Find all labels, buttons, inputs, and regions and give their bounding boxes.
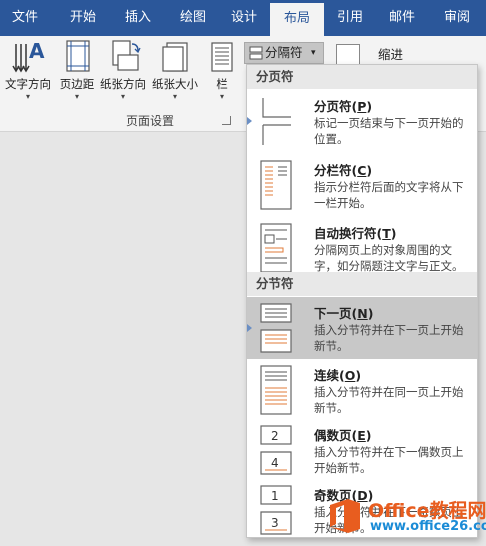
margins-icon (66, 40, 90, 72)
watermark: Office教程网 www.office26.com (326, 495, 486, 539)
tab-mailings[interactable]: 邮件 (377, 0, 427, 36)
odd-page-section-icon: 1 3 (260, 485, 292, 535)
ribbon-tab-bar: 文件 开始 插入 绘图 设计 布局 引用 邮件 审阅 (0, 0, 486, 36)
next-page-section-icon (260, 303, 292, 353)
column-break-title: 分栏符(C) (314, 163, 373, 178)
page-break-title: 分页符(P) (314, 99, 373, 114)
chevron-down-icon: ▾ (25, 92, 30, 101)
columns-label: 栏 (216, 77, 228, 91)
tab-insert[interactable]: 插入 (113, 0, 163, 36)
continuous-title: 连续(O) (314, 368, 362, 383)
size-icon (162, 42, 188, 72)
tab-draw[interactable]: 绘图 (168, 0, 218, 36)
continuous-section-icon (260, 365, 292, 415)
menu-item-even-page[interactable]: 2 4 偶数页(E) 插入分节符并在下一偶数页上开始新节。 (247, 419, 477, 481)
svg-text:A: A (29, 39, 45, 63)
svg-text:2: 2 (271, 429, 279, 443)
chevron-down-icon: ▾ (311, 48, 316, 58)
page-break-desc: 标记一页结束与下一页开始的位置。 (314, 116, 464, 146)
text-wrapping-break-title: 自动换行符(T) (314, 226, 397, 241)
tab-references[interactable]: 引用 (325, 0, 375, 36)
tab-design[interactable]: 设计 (219, 0, 269, 36)
orientation-button[interactable]: 纸张方向 ▾ (98, 38, 148, 108)
even-page-desc: 插入分节符并在下一偶数页上开始新节。 (314, 445, 464, 475)
text-direction-label: 文字方向 (5, 77, 51, 91)
section-header-page-breaks: 分页符 (247, 65, 477, 89)
tab-home[interactable]: 开始 (58, 0, 108, 36)
orientation-icon (112, 40, 141, 71)
svg-text:3: 3 (271, 516, 279, 530)
column-break-icon (260, 160, 292, 210)
chevron-down-icon: ▾ (120, 92, 125, 101)
breaks-icon (249, 46, 263, 60)
tab-layout[interactable]: 布局 (270, 3, 324, 36)
orientation-label: 纸张方向 (100, 77, 146, 91)
dialog-launcher-icon[interactable] (222, 116, 231, 125)
menu-item-text-wrapping-break[interactable]: 自动换行符(T) 分隔网页上的对象周围的文字，如分隔题注文字与正文。 (247, 217, 477, 279)
svg-text:1: 1 (271, 489, 279, 503)
text-wrapping-break-icon (260, 223, 292, 273)
text-wrapping-break-desc: 分隔网页上的对象周围的文字，如分隔题注文字与正文。 (314, 243, 464, 273)
svg-text:4: 4 (271, 456, 279, 470)
margins-label: 页边距 (59, 77, 95, 91)
column-break-desc: 指示分栏符后面的文字将从下一栏开始。 (314, 180, 464, 210)
even-page-title: 偶数页(E) (314, 428, 372, 443)
menu-item-continuous[interactable]: 连续(O) 插入分节符并在同一页上开始新节。 (247, 359, 477, 421)
tab-file[interactable]: 文件 (0, 0, 50, 36)
breaks-label: 分隔符 (265, 45, 303, 60)
next-page-desc: 插入分节符并在下一页上开始新节。 (314, 323, 464, 353)
chevron-down-icon: ▾ (219, 92, 224, 101)
tab-review[interactable]: 审阅 (432, 0, 482, 36)
menu-item-column-break[interactable]: 分栏符(C) 指示分栏符后面的文字将从下一栏开始。 (247, 154, 477, 216)
next-page-title: 下一页(N) (314, 306, 374, 321)
even-page-section-icon: 2 4 (260, 425, 292, 475)
marker-icon (247, 324, 252, 332)
columns-button[interactable]: 栏 ▾ (206, 38, 238, 108)
breaks-dropdown-menu: 分页符 分页符(P) 标记一页结束与下一页开始的位置。 分栏符(C) 指示分栏符… (246, 64, 478, 538)
marker-icon (247, 117, 252, 125)
section-header-section-breaks: 分节符 (247, 272, 477, 296)
menu-item-next-page[interactable]: 下一页(N) 插入分节符并在下一页上开始新节。 (247, 297, 477, 359)
size-button[interactable]: 纸张大小 ▾ (149, 38, 201, 108)
size-label: 纸张大小 (152, 77, 198, 91)
indent-label: 缩进 (378, 47, 404, 62)
text-direction-button[interactable]: A 文字方向 ▾ (2, 38, 54, 108)
margins-button[interactable]: 页边距 ▾ (56, 38, 98, 108)
chevron-down-icon: ▾ (172, 92, 177, 101)
office-logo-icon (330, 499, 360, 533)
watermark-url: www.office26.com (370, 519, 486, 534)
columns-icon (211, 42, 233, 72)
page-break-icon (262, 98, 291, 145)
continuous-desc: 插入分节符并在同一页上开始新节。 (314, 385, 464, 415)
menu-item-page-break[interactable]: 分页符(P) 标记一页结束与下一页开始的位置。 (247, 90, 477, 152)
breaks-button[interactable]: 分隔符 ▾ (244, 42, 324, 64)
text-direction-icon: A (12, 39, 45, 73)
chevron-down-icon: ▾ (74, 92, 79, 101)
